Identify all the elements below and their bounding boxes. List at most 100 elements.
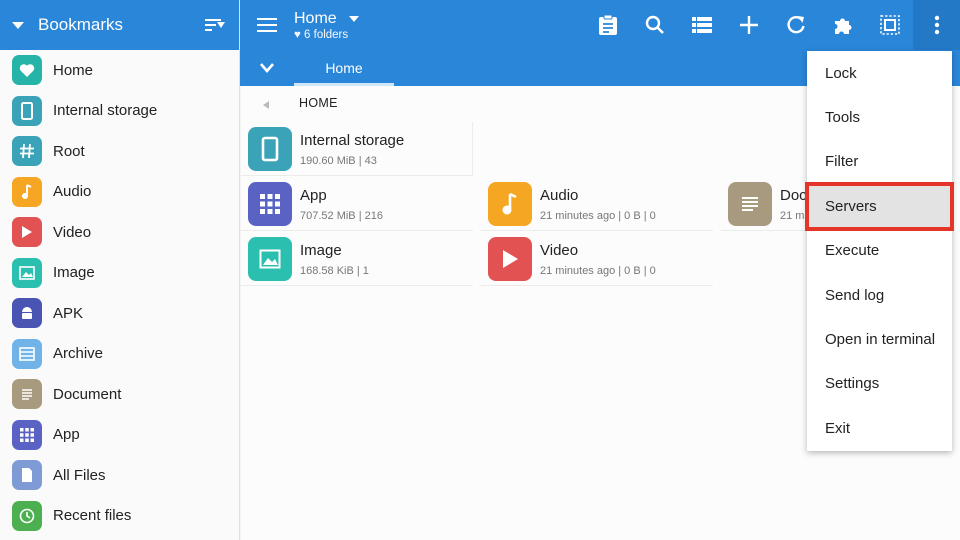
folder-name: App	[300, 187, 327, 204]
sidebar-item-label: Home	[53, 61, 94, 79]
refresh-button[interactable]	[772, 0, 819, 50]
menu-icon[interactable]	[240, 0, 294, 50]
sort-icon[interactable]	[205, 17, 225, 33]
view-mode-button[interactable]	[678, 0, 725, 50]
folder-tile-video[interactable]: Video 21 minutes ago | 0 B | 0	[481, 232, 713, 286]
play-icon	[488, 237, 532, 281]
menu-item-filter[interactable]: Filter	[807, 140, 952, 184]
clipboard-icon	[598, 14, 617, 35]
select-all-icon	[879, 15, 900, 35]
folder-name: Audio	[540, 187, 579, 204]
menu-item-execute[interactable]: Execute	[807, 229, 952, 273]
more-options-button[interactable]	[913, 0, 960, 50]
sidebar-header[interactable]: Bookmarks	[0, 0, 239, 50]
search-button[interactable]	[631, 0, 678, 50]
menu-item-send-log[interactable]: Send log	[807, 273, 952, 317]
folder-tile-document[interactable]: Doc 21 m	[721, 177, 811, 231]
select-all-button[interactable]	[866, 0, 913, 50]
image-icon	[248, 237, 292, 281]
sidebar-item-recent-files[interactable]: Recent files	[0, 496, 239, 537]
list-view-icon	[691, 17, 712, 33]
sidebar-item-label: Video	[53, 223, 92, 241]
folder-name: Internal storage	[300, 132, 405, 149]
menu-item-exit[interactable]: Exit	[807, 406, 952, 450]
sidebar-item-image[interactable]: Image	[0, 253, 239, 294]
sidebar-item-label: Recent files	[53, 507, 132, 525]
folder-count: 6 folders	[304, 28, 349, 41]
menu-item-tools[interactable]: Tools	[807, 95, 952, 139]
folder-meta: 190.60 MiB | 43	[300, 155, 377, 167]
heart-icon	[12, 55, 42, 86]
android-icon	[12, 298, 42, 329]
folder-tile-internal-storage[interactable]: Internal storage 190.60 MiB | 43	[241, 122, 473, 176]
chevron-down-icon[interactable]	[260, 63, 274, 73]
image-icon	[12, 257, 42, 288]
clipboard-button[interactable]	[584, 0, 631, 50]
folder-meta: 21 m	[780, 210, 805, 222]
folder-name: Doc	[780, 187, 807, 204]
menu-item-settings[interactable]: Settings	[807, 362, 952, 406]
sidebar-item-label: Internal storage	[53, 102, 158, 120]
sidebar-item-label: APK	[53, 304, 84, 322]
collapse-caret-icon[interactable]	[12, 21, 24, 29]
sidebar-item-root[interactable]: Root	[0, 131, 239, 172]
folder-name: Image	[300, 242, 342, 259]
search-icon	[645, 15, 664, 34]
title-block[interactable]: Home ♥ 6 folders	[294, 10, 359, 41]
sidebar-item-apk[interactable]: APK	[0, 293, 239, 334]
clock-icon	[12, 500, 42, 531]
page-title: Home	[294, 9, 337, 27]
puzzle-icon	[834, 18, 851, 34]
plus-icon	[739, 16, 758, 34]
file-icon	[12, 460, 42, 491]
sidebar-item-home[interactable]: Home	[0, 50, 239, 91]
folder-tile-image[interactable]: Image 168.58 KiB | 1	[241, 232, 473, 286]
sidebar-item-archive[interactable]: Archive	[0, 334, 239, 375]
sidebar-item-label: Document	[53, 385, 122, 403]
sidebar-item-all-files[interactable]: All Files	[0, 455, 239, 496]
folder-tile-app[interactable]: App 707.52 MiB | 216	[241, 177, 473, 231]
sidebar-item-label: Audio	[53, 183, 92, 201]
add-button[interactable]	[725, 0, 772, 50]
folder-tile-audio[interactable]: Audio 21 minutes ago | 0 B | 0	[481, 177, 713, 231]
menu-item-lock[interactable]: Lock	[807, 51, 952, 95]
bookmark-list: Home Internal storage Root Audio Video I…	[0, 50, 239, 536]
music-note-icon	[488, 182, 532, 226]
refresh-icon	[786, 15, 805, 34]
archive-icon	[12, 338, 42, 369]
plugins-button[interactable]	[819, 0, 866, 50]
sidebar: Bookmarks Home Internal storage Root Aud…	[0, 0, 240, 540]
page-subtitle: ♥ 6 folders	[294, 29, 359, 41]
tab-home[interactable]: Home	[294, 50, 394, 86]
more-vert-icon	[934, 15, 939, 35]
toolbar-actions	[584, 0, 960, 50]
app-toolbar: Home ♥ 6 folders	[240, 0, 960, 50]
phone-icon	[12, 95, 42, 126]
sidebar-title: Bookmarks	[38, 15, 124, 34]
sidebar-item-document[interactable]: Document	[0, 374, 239, 415]
sidebar-item-label: App	[53, 426, 80, 444]
document-icon	[728, 182, 772, 226]
grid-icon	[248, 182, 292, 226]
sidebar-item-label: Root	[53, 142, 85, 160]
menu-item-open-in-terminal[interactable]: Open in terminal	[807, 317, 952, 361]
play-icon	[12, 217, 42, 248]
sidebar-item-app[interactable]: App	[0, 415, 239, 456]
back-arrow-icon[interactable]	[263, 101, 269, 109]
sidebar-item-internal-storage[interactable]: Internal storage	[0, 91, 239, 132]
hash-icon	[12, 136, 42, 167]
sidebar-item-video[interactable]: Video	[0, 212, 239, 253]
folder-meta: 21 minutes ago | 0 B | 0	[540, 210, 656, 222]
overflow-menu: Lock Tools Filter Servers Execute Send l…	[805, 51, 954, 451]
folder-meta: 21 minutes ago | 0 B | 0	[540, 265, 656, 277]
title-dropdown-icon[interactable]	[348, 15, 359, 22]
menu-item-servers[interactable]: Servers	[805, 182, 954, 231]
breadcrumb-home[interactable]: HOME	[299, 96, 338, 110]
sidebar-item-audio[interactable]: Audio	[0, 172, 239, 213]
sidebar-item-label: Archive	[53, 345, 104, 363]
grid-icon	[12, 419, 42, 450]
sidebar-item-label: Image	[53, 264, 95, 282]
document-icon	[12, 379, 42, 410]
phone-icon	[248, 127, 292, 171]
folder-name: Video	[540, 242, 579, 259]
